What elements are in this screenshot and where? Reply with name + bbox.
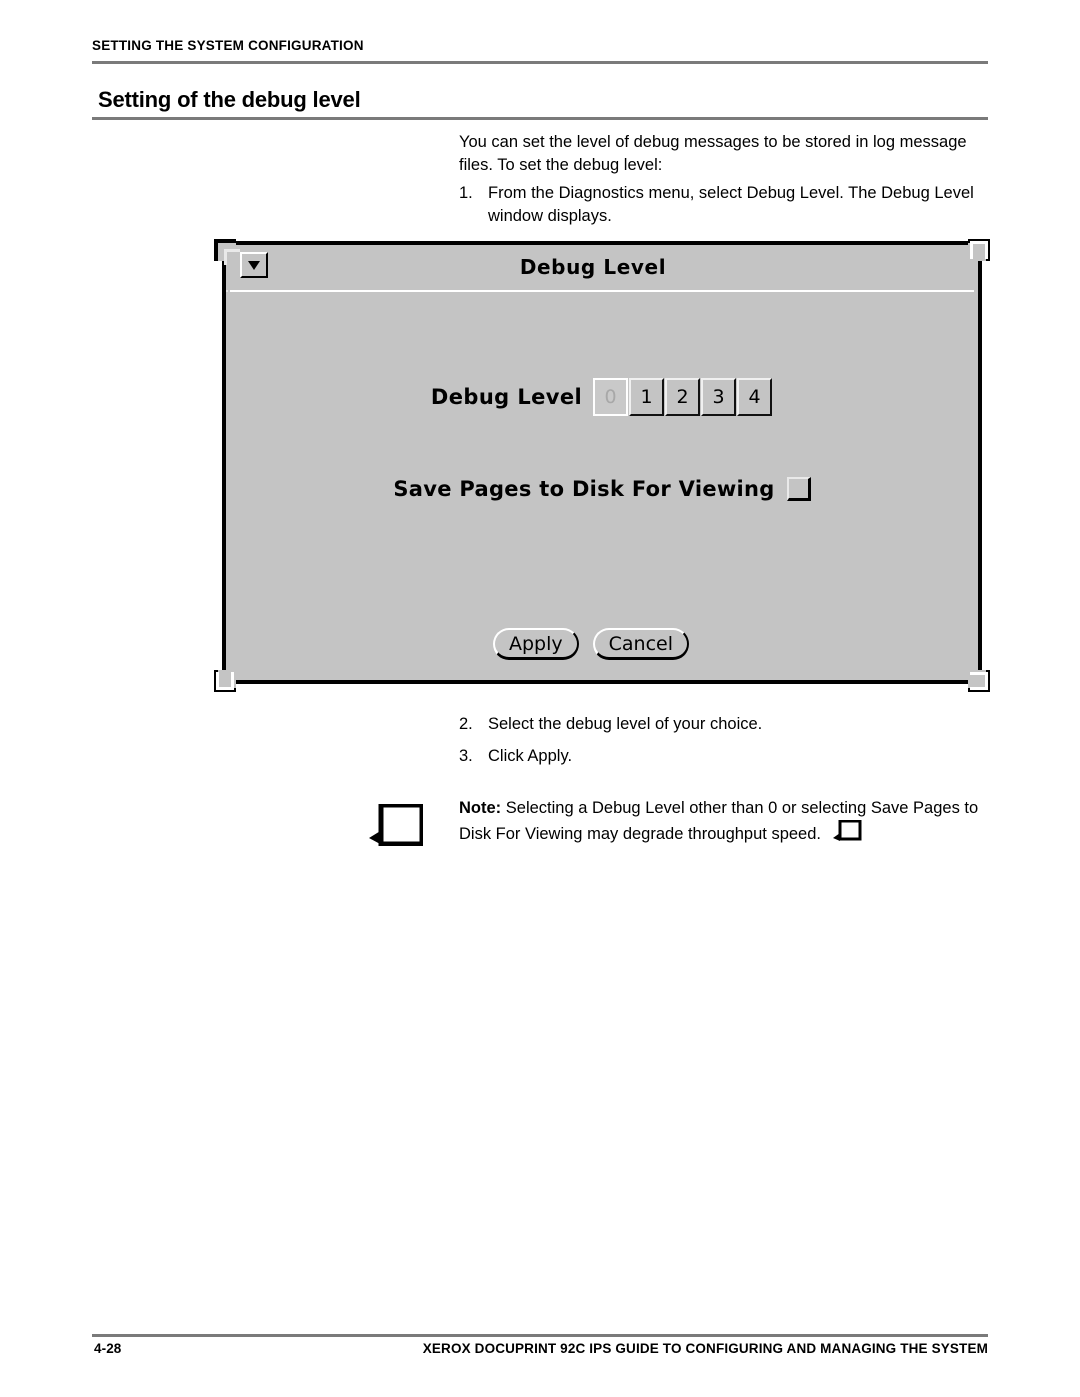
window-client-area: Debug Level 0 1 2 3 4 Save Pages to Disk… (226, 292, 978, 680)
resize-corner-top-right[interactable] (964, 239, 990, 265)
window-titlebar: Debug Level (226, 245, 978, 290)
list-item: 1. From the Diagnostics menu, select Deb… (459, 182, 991, 228)
list-item: 3. Click Apply. (459, 745, 991, 768)
list-item-number: 3. (459, 747, 473, 765)
list-item-text: Click Apply. (488, 747, 573, 765)
resize-corner-top-left[interactable] (214, 239, 240, 265)
list-item-text: From the Diagnostics menu, select Debug … (488, 184, 974, 225)
debug-level-option-group: 0 1 2 3 4 (593, 378, 773, 416)
note-label: Note: (459, 799, 502, 817)
debug-level-label: Debug Level (430, 385, 583, 409)
footer-rule (92, 1334, 988, 1337)
list-item-text: Select the debug level of your choice. (488, 715, 763, 733)
note-text-block: Note: Selecting a Debug Level other than… (459, 797, 991, 846)
list-item: 2. Select the debug level of your choice… (459, 713, 991, 736)
debug-level-option-3[interactable]: 3 (701, 378, 737, 416)
running-header: SETTING THE SYSTEM CONFIGURATION (92, 38, 364, 53)
apply-button[interactable]: Apply (492, 628, 579, 660)
dialog-window: Debug Level Debug Level 0 1 2 3 4 Save P… (222, 241, 982, 684)
debug-level-option-1[interactable]: 1 (629, 378, 665, 416)
figure-debug-level-window: Debug Level Debug Level 0 1 2 3 4 Save P… (214, 235, 990, 694)
window-title: Debug Level (519, 255, 667, 279)
intro-paragraph: You can set the level of debug messages … (459, 133, 967, 174)
cancel-button[interactable]: Cancel (592, 628, 690, 660)
dialog-button-row: Apply Cancel (226, 628, 978, 660)
page-title: Setting of the debug level (98, 87, 361, 112)
note-block: Note: Selecting a Debug Level other than… (368, 797, 991, 846)
note-body: Selecting a Debug Level other than 0 or … (459, 799, 979, 843)
footer-guide-title: XEROX DOCUPRINT 92C IPS GUIDE TO CONFIGU… (422, 1341, 988, 1356)
footer-page-number: 4-28 (94, 1341, 122, 1356)
debug-level-option-4[interactable]: 4 (737, 378, 773, 416)
header-rule (92, 61, 988, 64)
note-flag-end-icon (832, 820, 862, 841)
debug-level-option-2[interactable]: 2 (665, 378, 701, 416)
list-item-number: 2. (459, 715, 473, 733)
debug-level-option-0[interactable]: 0 (593, 378, 629, 416)
save-pages-row: Save Pages to Disk For Viewing (226, 477, 978, 501)
save-pages-label: Save Pages to Disk For Viewing (393, 477, 775, 501)
list-item-number: 1. (459, 184, 473, 202)
resize-corner-bottom-left[interactable] (214, 666, 240, 692)
intro-paragraph-block: You can set the level of debug messages … (459, 131, 991, 177)
steps-list-before-figure: 1. From the Diagnostics menu, select Deb… (459, 182, 991, 228)
heading-rule (92, 117, 988, 120)
steps-list-after-figure: 2. Select the debug level of your choice… (459, 713, 991, 777)
debug-level-row: Debug Level 0 1 2 3 4 (226, 378, 978, 416)
save-pages-checkbox[interactable] (786, 477, 811, 501)
resize-corner-bottom-right[interactable] (964, 666, 990, 692)
document-page: SETTING THE SYSTEM CONFIGURATION Setting… (0, 0, 1080, 1397)
note-flag-icon (369, 804, 423, 846)
